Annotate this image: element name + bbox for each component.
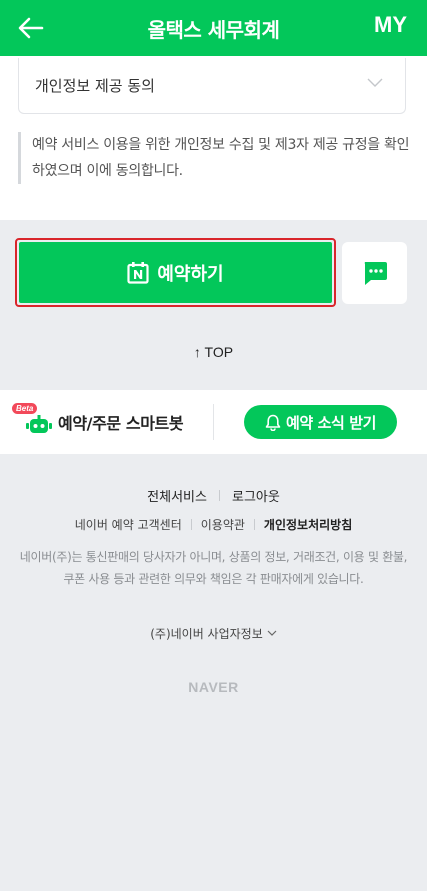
back-button[interactable] [16,14,46,42]
notify-subscribe-label: 예약 소식 받기 [285,413,377,432]
smartbot-link[interactable]: Beta 예약/주문 스마트봇 [12,390,184,454]
business-info-label: (주)네이버 사업자정보 [150,627,263,641]
promo-divider [213,404,214,440]
naver-calendar-icon [127,261,149,284]
chat-button[interactable] [342,242,407,304]
consent-dropdown-label: 개인정보 제공 동의 [35,77,155,95]
logout-link[interactable]: 로그아웃 [232,486,280,505]
all-services-link[interactable]: 전체서비스 [147,486,207,505]
terms-link[interactable]: 이용약관 [201,516,245,533]
footer-disclaimer: 네이버(주)는 통신판매의 당사자가 아니며, 상품의 정보, 거래조건, 이용… [19,550,408,586]
notify-subscribe-button[interactable]: 예약 소식 받기 [244,405,397,439]
my-page-button[interactable]: MY [374,12,407,38]
footer-links-primary: 전체서비스 로그아웃 [0,486,427,505]
scroll-to-top-link[interactable]: ↑ TOP [0,344,427,360]
consent-notice: 예약 서비스 이용을 위한 개인정보 수집 및 제3자 제공 규정을 확인하였으… [18,132,413,184]
footer-separator [253,519,255,530]
business-info-toggle[interactable]: (주)네이버 사업자정보 [0,625,427,642]
reserve-button[interactable]: 예약하기 [15,238,336,307]
customer-center-link[interactable]: 네이버 예약 고객센터 [75,516,182,533]
chevron-down-icon [367,78,383,87]
beta-badge: Beta [12,403,38,414]
consent-dropdown[interactable]: 개인정보 제공 동의 [18,58,406,114]
chevron-down-icon [267,630,277,636]
naver-logo: NAVER [188,679,239,695]
arrow-left-icon [18,17,44,39]
reserve-button-label: 예약하기 [157,263,224,285]
footer-separator [190,519,192,530]
privacy-policy-link[interactable]: 개인정보처리방침 [264,516,352,533]
page-title: 올택스 세무회계 [147,17,280,42]
bell-icon [265,414,281,431]
chat-bubble-icon [364,262,387,285]
footer-links-secondary: 네이버 예약 고객센터 이용약관 개인정보처리방침 [0,516,427,533]
smartbot-label: 예약/주문 스마트봇 [58,414,184,433]
reserve-button-body: 예약하기 [19,242,332,303]
footer-separator [218,490,220,501]
app-header: 올택스 세무회계 MY [0,0,427,56]
robot-icon [26,415,52,433]
